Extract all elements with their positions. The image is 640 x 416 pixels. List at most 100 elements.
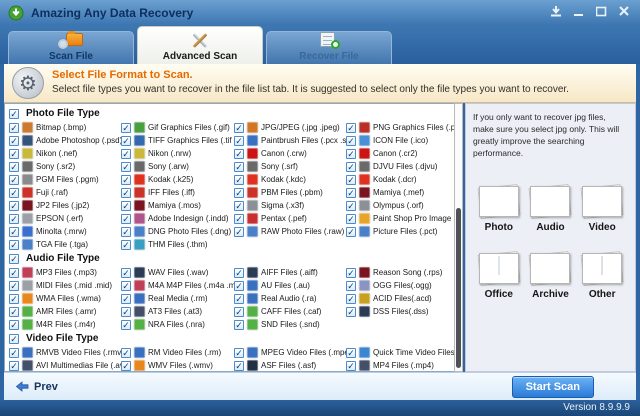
tab-scan-file[interactable]: Scan File xyxy=(8,31,134,64)
checkbox[interactable]: ✓ xyxy=(121,162,131,172)
checkbox[interactable]: ✓ xyxy=(121,320,131,330)
checkbox[interactable]: ✓ xyxy=(121,348,131,358)
checkbox[interactable]: ✓ xyxy=(234,307,244,317)
checkbox[interactable]: ✓ xyxy=(346,149,356,159)
checkbox[interactable]: ✓ xyxy=(234,281,244,291)
checkbox[interactable]: ✓ xyxy=(9,123,19,133)
file-type-icon xyxy=(359,213,370,224)
checkbox[interactable]: ✓ xyxy=(234,136,244,146)
checkbox[interactable]: ✓ xyxy=(121,361,131,371)
checkbox[interactable]: ✓ xyxy=(9,281,19,291)
checkbox[interactable]: ✓ xyxy=(9,201,19,211)
tab-advanced-scan[interactable]: Advanced Scan xyxy=(137,26,263,64)
checkbox[interactable]: ✓ xyxy=(121,214,131,224)
checkbox[interactable]: ✓ xyxy=(121,307,131,317)
section-checkbox[interactable]: ✓ xyxy=(9,109,19,119)
tab-recover-file[interactable]: Recover File xyxy=(266,31,392,64)
checkbox[interactable]: ✓ xyxy=(121,281,131,291)
category-office[interactable]: Office xyxy=(473,253,525,300)
checkbox[interactable]: ✓ xyxy=(346,123,356,133)
checkbox[interactable]: ✓ xyxy=(234,162,244,172)
category-audio[interactable]: Audio xyxy=(525,186,577,233)
file-type-icon xyxy=(22,174,33,185)
file-type-label: Adobe Photoshop (.psd) xyxy=(36,136,121,145)
scrollbar-thumb[interactable] xyxy=(456,208,461,368)
checkbox[interactable]: ✓ xyxy=(346,188,356,198)
checkbox[interactable]: ✓ xyxy=(346,162,356,172)
checkbox[interactable]: ✓ xyxy=(234,123,244,133)
checkbox[interactable]: ✓ xyxy=(346,307,356,317)
checkbox[interactable]: ✓ xyxy=(121,268,131,278)
checkbox[interactable]: ✓ xyxy=(9,348,19,358)
checkbox[interactable]: ✓ xyxy=(9,214,19,224)
checkbox[interactable]: ✓ xyxy=(346,348,356,358)
file-type-item: ✓DNG Photo Files (.dng) xyxy=(121,225,234,238)
checkbox[interactable]: ✓ xyxy=(9,307,19,317)
checkbox[interactable]: ✓ xyxy=(9,188,19,198)
checkbox[interactable]: ✓ xyxy=(346,175,356,185)
checkbox[interactable]: ✓ xyxy=(234,214,244,224)
checkbox[interactable]: ✓ xyxy=(346,281,356,291)
checkbox[interactable]: ✓ xyxy=(9,162,19,172)
maximize-icon[interactable] xyxy=(596,6,607,17)
download-icon[interactable] xyxy=(550,6,562,17)
category-photo[interactable]: Photo xyxy=(473,186,525,233)
checkbox[interactable]: ✓ xyxy=(346,361,356,371)
file-type-item: ✓Adobe Indesign (.indd) xyxy=(121,212,234,225)
checkbox[interactable]: ✓ xyxy=(346,268,356,278)
checkbox[interactable]: ✓ xyxy=(234,348,244,358)
prev-button[interactable]: Prev xyxy=(14,381,58,393)
section-checkbox[interactable]: ✓ xyxy=(9,254,19,264)
file-type-label: TGA File (.tga) xyxy=(36,240,88,249)
checkbox[interactable]: ✓ xyxy=(346,227,356,237)
minimize-icon[interactable] xyxy=(574,6,584,17)
file-type-label: M4R Files (.m4r) xyxy=(36,320,96,329)
archive-category-icon xyxy=(530,253,570,284)
checkbox[interactable]: ✓ xyxy=(121,201,131,211)
checkbox[interactable]: ✓ xyxy=(234,320,244,330)
category-video[interactable]: Video xyxy=(576,186,628,233)
checkbox[interactable]: ✓ xyxy=(121,136,131,146)
section-checkbox[interactable]: ✓ xyxy=(9,334,19,344)
checkbox[interactable]: ✓ xyxy=(121,175,131,185)
category-other[interactable]: Other xyxy=(576,253,628,300)
checkbox[interactable]: ✓ xyxy=(9,240,19,250)
checkbox[interactable]: ✓ xyxy=(346,136,356,146)
checkbox[interactable]: ✓ xyxy=(9,136,19,146)
file-type-item: ✓PNG Graphics Files (.png) xyxy=(346,121,454,134)
checkbox[interactable]: ✓ xyxy=(234,227,244,237)
file-type-label: Reason Song (.rps) xyxy=(373,268,442,277)
checkbox[interactable]: ✓ xyxy=(9,320,19,330)
vertical-scrollbar[interactable] xyxy=(454,103,463,372)
file-type-label: Sony (.arw) xyxy=(148,162,189,171)
checkbox[interactable]: ✓ xyxy=(234,294,244,304)
close-icon[interactable] xyxy=(619,6,630,17)
checkbox[interactable]: ✓ xyxy=(121,227,131,237)
checkbox[interactable]: ✓ xyxy=(121,149,131,159)
checkbox[interactable]: ✓ xyxy=(9,227,19,237)
file-type-label: Mamiya (.mos) xyxy=(148,201,201,210)
checkbox[interactable]: ✓ xyxy=(9,294,19,304)
checkbox[interactable]: ✓ xyxy=(234,268,244,278)
checkbox[interactable]: ✓ xyxy=(346,214,356,224)
category-archive[interactable]: Archive xyxy=(525,253,577,300)
checkbox[interactable]: ✓ xyxy=(9,268,19,278)
checkbox[interactable]: ✓ xyxy=(346,294,356,304)
checkbox[interactable]: ✓ xyxy=(9,175,19,185)
start-scan-button[interactable]: Start Scan xyxy=(512,376,594,398)
checkbox[interactable]: ✓ xyxy=(234,201,244,211)
checkbox[interactable]: ✓ xyxy=(234,188,244,198)
checkbox[interactable]: ✓ xyxy=(9,361,19,371)
checkbox[interactable]: ✓ xyxy=(121,240,131,250)
checkbox[interactable]: ✓ xyxy=(121,188,131,198)
checkbox[interactable]: ✓ xyxy=(234,149,244,159)
file-type-item: ✓ Adobe Photoshop (.psd) xyxy=(9,134,121,147)
checkbox[interactable]: ✓ xyxy=(234,175,244,185)
checkbox[interactable]: ✓ xyxy=(234,361,244,371)
file-type-icon xyxy=(134,174,145,185)
file-type-icon xyxy=(247,319,258,330)
checkbox[interactable]: ✓ xyxy=(346,201,356,211)
checkbox[interactable]: ✓ xyxy=(121,123,131,133)
checkbox[interactable]: ✓ xyxy=(121,294,131,304)
checkbox[interactable]: ✓ xyxy=(9,149,19,159)
